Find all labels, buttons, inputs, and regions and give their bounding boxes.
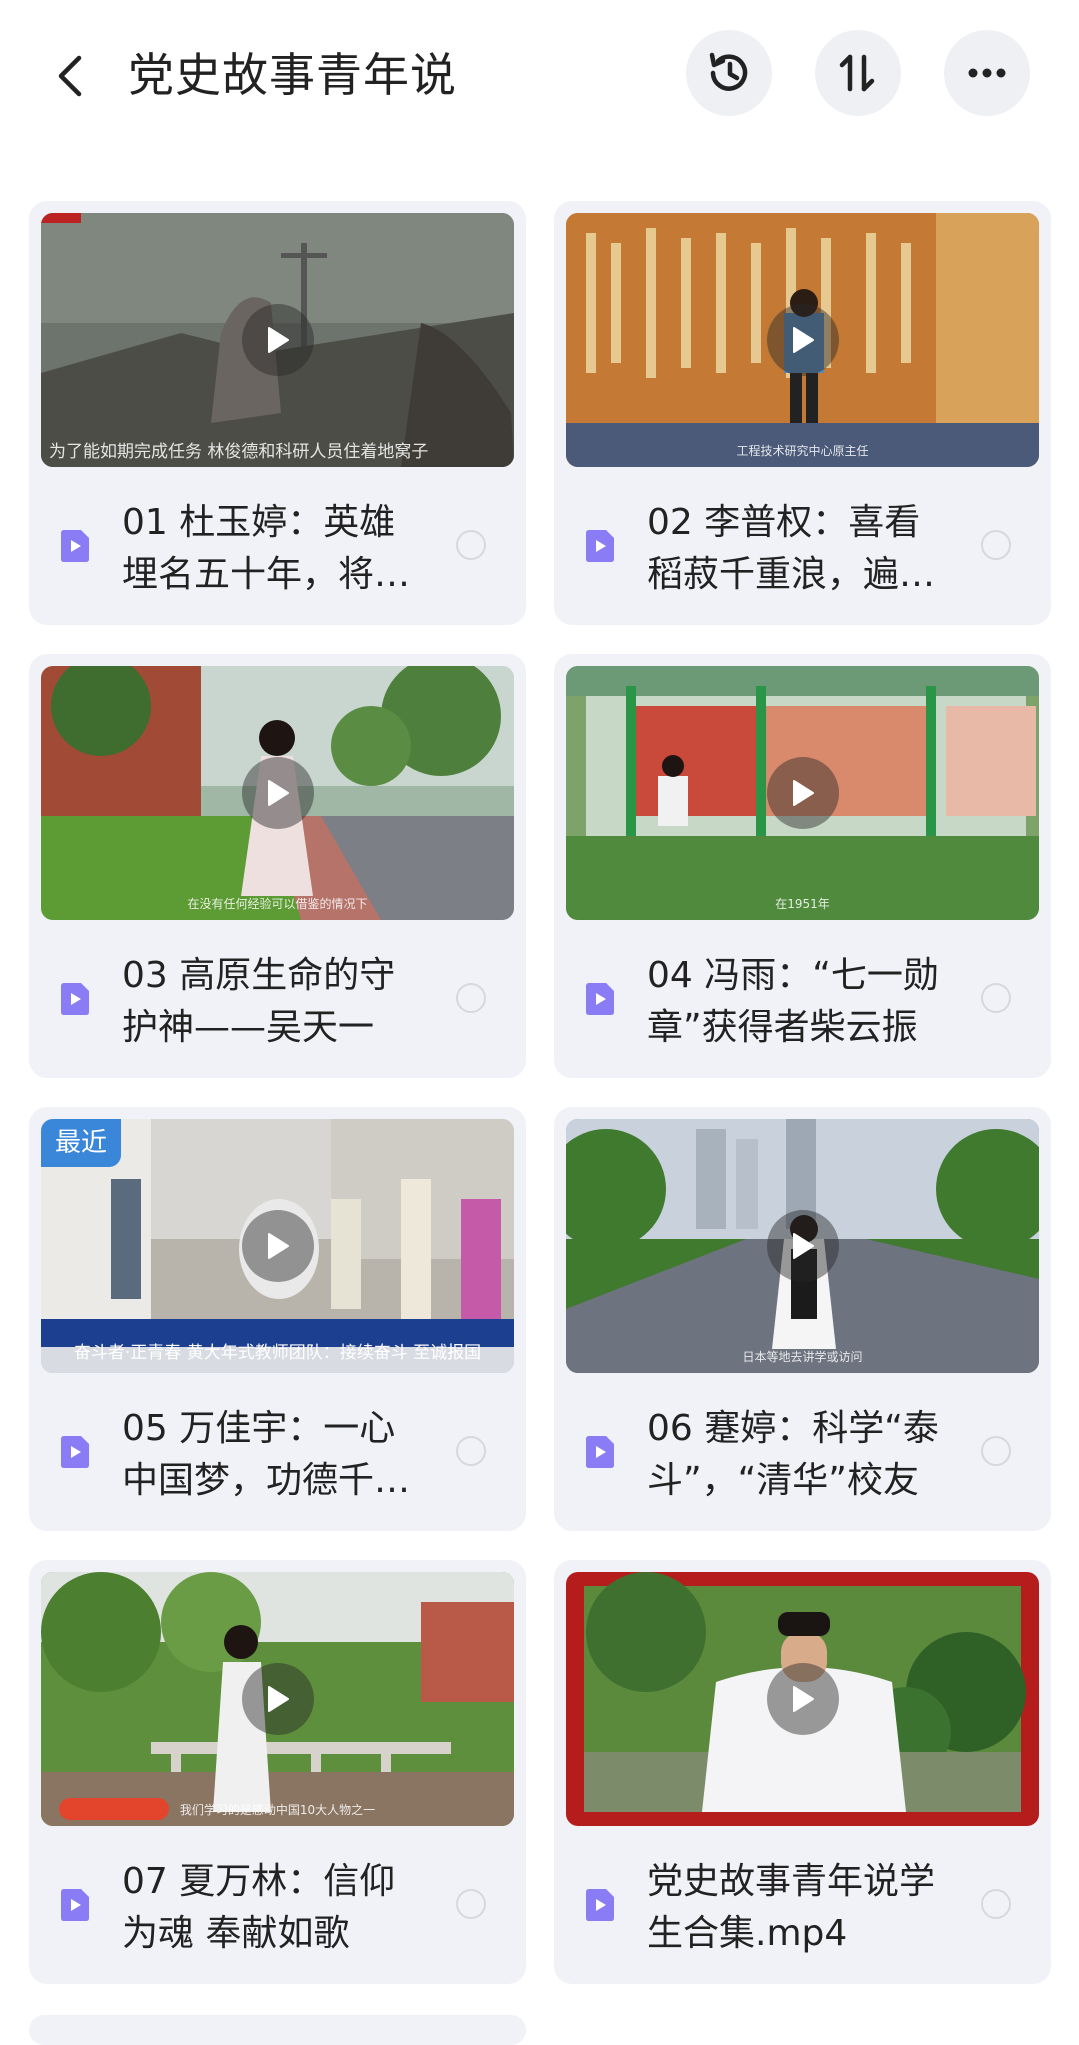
- select-radio[interactable]: [456, 530, 486, 560]
- play-icon: [267, 1686, 289, 1712]
- select-radio[interactable]: [981, 1889, 1011, 1919]
- video-title: 05 万佳宇：一心中国梦，功德千秋史: [122, 1408, 411, 1501]
- video-file-icon: [61, 530, 89, 562]
- video-file-icon: [586, 983, 614, 1015]
- thumbnail-caption: 奋斗者·正青春 黄大年式教师团队：接续奋斗 至诚报国: [73, 1343, 482, 1363]
- thumbnail-caption: 日本等地去讲学或访问: [742, 1350, 863, 1364]
- video-thumbnail[interactable]: 在1951年: [566, 666, 1039, 920]
- sort-icon: [839, 54, 875, 92]
- video-file-icon: [61, 983, 89, 1015]
- video-thumbnail[interactable]: 日本等地去讲学或访问: [566, 1119, 1039, 1373]
- video-file-icon: [61, 1436, 89, 1468]
- page-title: 党史故事青年说: [128, 48, 457, 102]
- more-button[interactable]: [944, 30, 1030, 116]
- video-title: 03 高原生命的守护神——吴天一: [122, 955, 396, 1048]
- video-title: 04 冯雨：“七一勋章”获得者柴云振: [647, 955, 939, 1048]
- back-button[interactable]: [50, 52, 90, 100]
- select-radio[interactable]: [456, 1889, 486, 1919]
- video-thumbnail[interactable]: [566, 1572, 1039, 1826]
- thumbnail-caption: 我们学习的是感动中国10大人物之一: [179, 1803, 376, 1817]
- more-icon: [968, 68, 1006, 78]
- video-thumbnail[interactable]: 我们学习的是感动中国10大人物之一: [41, 1572, 514, 1826]
- video-file-icon: [61, 1889, 89, 1921]
- video-card[interactable]: 为了能如期完成任务 林俊德和科研人员住着地窝子 01 杜玉婷：英雄埋名五十年，将…: [29, 201, 526, 625]
- video-file-icon: [586, 1436, 614, 1468]
- play-button[interactable]: [766, 1663, 839, 1735]
- top-bar: 党史故事青年说: [0, 0, 1079, 150]
- play-button[interactable]: [766, 1210, 839, 1282]
- play-icon: [267, 327, 289, 353]
- video-thumbnail[interactable]: 工程技术研究中心原主任: [566, 213, 1039, 467]
- thumbnail-caption: 为了能如期完成任务 林俊德和科研人员住着地窝子: [49, 442, 429, 462]
- thumbnail-caption: 在没有任何经验可以借鉴的情况下: [187, 897, 368, 911]
- video-thumbnail[interactable]: 为了能如期完成任务 林俊德和科研人员住着地窝子: [41, 213, 514, 467]
- video-card[interactable]: 日本等地去讲学或访问 06 蹇婷：科学“泰斗”，“清华”校友: [554, 1107, 1051, 1531]
- play-icon: [792, 327, 814, 353]
- video-card[interactable]: 我们学习的是感动中国10大人物之一 07 夏万林：信仰为魂 奉献如歌: [29, 1560, 526, 1984]
- video-card[interactable]: 在没有任何经验可以借鉴的情况下 03 高原生命的守护神——吴天一: [29, 654, 526, 1078]
- video-file-icon: [586, 530, 614, 562]
- select-radio[interactable]: [456, 983, 486, 1013]
- play-icon: [267, 780, 289, 806]
- video-card[interactable]: 党史故事青年说学生合集.mp4: [554, 1560, 1051, 1984]
- video-file-icon: [586, 1889, 614, 1921]
- play-button[interactable]: [241, 304, 314, 376]
- video-title: 06 蹇婷：科学“泰斗”，“清华”校友: [647, 1408, 939, 1501]
- play-icon: [792, 1233, 814, 1259]
- play-icon: [792, 1686, 814, 1712]
- play-icon: [792, 780, 814, 806]
- video-card[interactable]: 在1951年 04 冯雨：“七一勋章”获得者柴云振: [554, 654, 1051, 1078]
- play-button[interactable]: [766, 757, 839, 829]
- recent-badge: 最近: [41, 1119, 122, 1167]
- thumbnail-caption: 工程技术研究中心原主任: [736, 444, 869, 458]
- video-card[interactable]: 奋斗者·正青春 黄大年式教师团队：接续奋斗 至诚报国 最近 05 万佳宇：一心中…: [29, 1107, 526, 1531]
- video-title: 党史故事青年说学生合集.mp4: [647, 1861, 936, 1954]
- history-icon: [709, 52, 748, 91]
- video-thumbnail[interactable]: 在没有任何经验可以借鉴的情况下: [41, 666, 514, 920]
- back-icon: [58, 55, 82, 97]
- select-radio[interactable]: [456, 1436, 486, 1466]
- play-button[interactable]: [241, 757, 314, 829]
- video-card-partial[interactable]: [29, 2015, 526, 2045]
- video-thumbnail[interactable]: 奋斗者·正青春 黄大年式教师团队：接续奋斗 至诚报国 最近: [41, 1119, 514, 1373]
- play-icon: [267, 1233, 289, 1259]
- video-card[interactable]: 工程技术研究中心原主任 02 李普权：喜看稻菽千重浪，遍地英雄下夕烟: [554, 201, 1051, 625]
- select-radio[interactable]: [981, 983, 1011, 1013]
- history-button[interactable]: [686, 30, 772, 116]
- video-title: 02 李普权：喜看稻菽千重浪，遍地英雄下夕烟: [647, 502, 936, 595]
- play-button[interactable]: [766, 304, 839, 376]
- video-title: 01 杜玉婷：英雄埋名五十年，将军归来仍少年: [122, 502, 411, 595]
- video-title: 07 夏万林：信仰为魂 奉献如歌: [122, 1861, 396, 1954]
- select-radio[interactable]: [981, 530, 1011, 560]
- play-button[interactable]: [241, 1663, 314, 1735]
- sort-button[interactable]: [815, 30, 901, 116]
- thumbnail-caption: 在1951年: [775, 897, 830, 911]
- play-button[interactable]: [241, 1210, 314, 1282]
- select-radio[interactable]: [981, 1436, 1011, 1466]
